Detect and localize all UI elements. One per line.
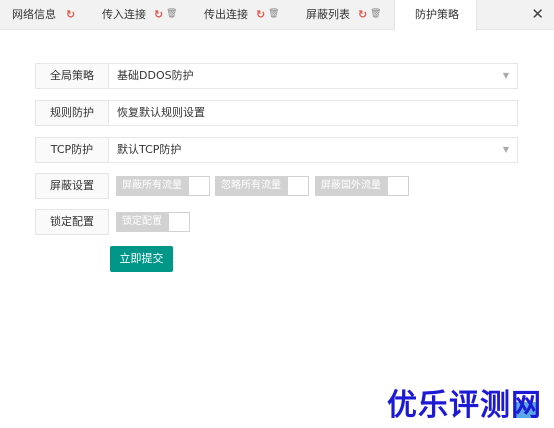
refresh-icon[interactable]: ↻ [66, 0, 75, 29]
tab-label: 传出连接 [204, 8, 248, 21]
tab-block-list[interactable]: 屏蔽列表 ↻ 🗑 [292, 0, 392, 30]
refresh-icon[interactable]: ↻ [154, 0, 163, 29]
ignore-all-traffic-switch[interactable]: 忽略所有流量 [215, 176, 309, 196]
tcp-protect-label: TCP防护 [35, 137, 109, 163]
tab-outgoing-connections[interactable]: 传出连接 ↻ 🗑 [190, 0, 290, 30]
global-policy-label: 全局策略 [35, 63, 109, 89]
block-foreign-traffic-switch[interactable]: 屏蔽国外流量 [315, 176, 409, 196]
switch-label: 锁定配置 [117, 213, 169, 231]
tab-label: 防护策略 [415, 8, 459, 21]
trash-icon[interactable]: 🗑 [268, 0, 279, 29]
trash-icon[interactable]: 🗑 [370, 0, 381, 29]
close-icon[interactable]: ✕ [531, 0, 544, 29]
tab-incoming-connections[interactable]: 传入连接 ↻ 🗑 [88, 0, 188, 30]
tab-network-info[interactable]: 网络信息 ↻ [0, 0, 86, 30]
submit-button[interactable]: 立即提交 [110, 246, 173, 272]
select-value: 恢复默认规则设置 [117, 106, 205, 119]
global-policy-select[interactable]: 基础DDOS防护 ▼ [109, 63, 518, 89]
block-settings-label: 屏蔽设置 [35, 173, 109, 199]
refresh-icon[interactable]: ↻ [256, 0, 265, 29]
block-all-traffic-switch[interactable]: 屏蔽所有流量 [116, 176, 210, 196]
select-value: 基础DDOS防护 [117, 69, 194, 82]
switch-label: 屏蔽所有流量 [117, 177, 189, 195]
rule-protect-label: 规则防护 [35, 100, 109, 126]
watermark-text: 优乐评测网 [387, 388, 542, 423]
tab-protection-policy[interactable]: 防护策略 [394, 0, 477, 31]
tab-label: 传入连接 [102, 8, 146, 21]
tab-label: 网络信息 [12, 8, 56, 21]
chevron-down-icon: ▼ [502, 71, 509, 80]
refresh-icon[interactable]: ↻ [358, 0, 367, 29]
trash-icon[interactable]: 🗑 [166, 0, 177, 29]
switch-label: 忽略所有流量 [216, 177, 288, 195]
tab-bar: 网络信息 ↻ 传入连接 ↻ 🗑 传出连接 ↻ 🗑 屏蔽列表 ↻ 🗑 防护策略 ✕ [0, 0, 554, 31]
lock-config-label: 锁定配置 [35, 209, 109, 235]
select-value: 默认TCP防护 [117, 143, 182, 156]
lock-config-switch[interactable]: 锁定配置 [116, 212, 190, 232]
chevron-down-icon: ▼ [502, 145, 509, 154]
switch-label: 屏蔽国外流量 [316, 177, 388, 195]
rule-protect-select[interactable]: 恢复默认规则设置 [109, 100, 518, 126]
tcp-protect-select[interactable]: 默认TCP防护 ▼ [109, 137, 518, 163]
tab-label: 屏蔽列表 [306, 8, 350, 21]
